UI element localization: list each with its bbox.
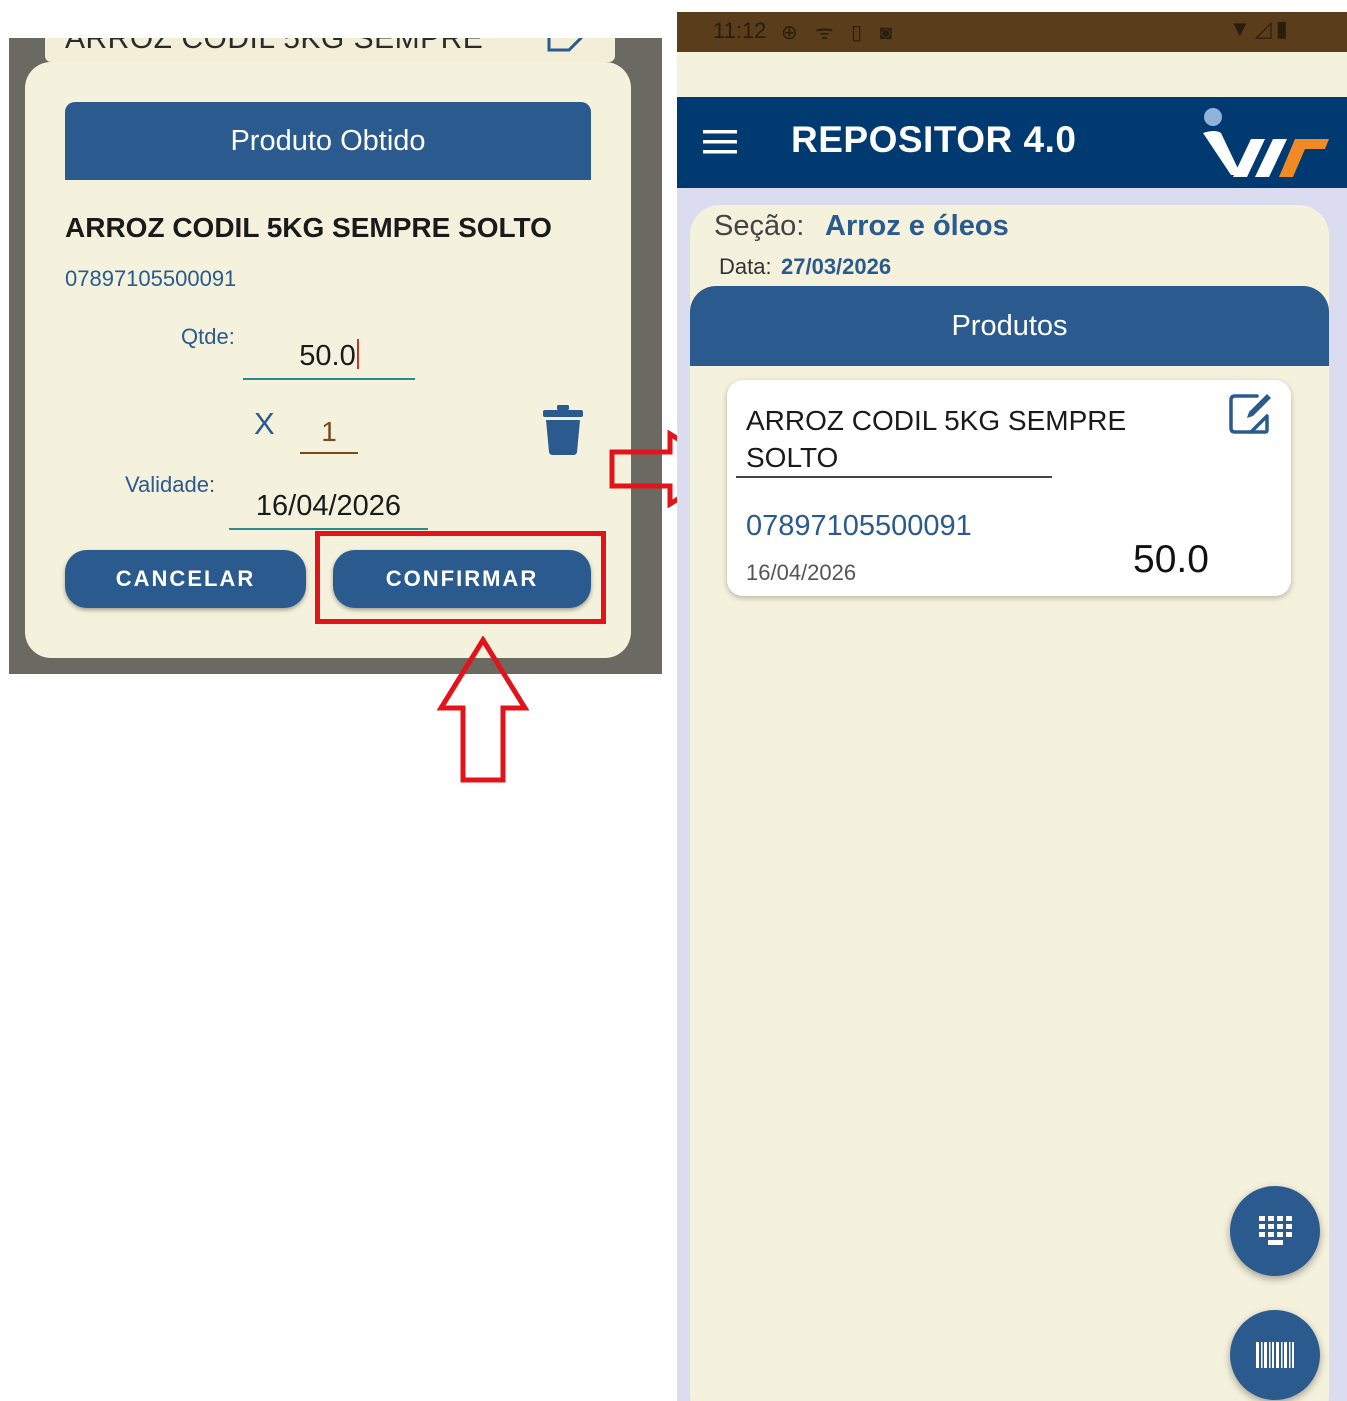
system-status-icons: ▼◿▮ [1229,16,1292,41]
edit-note-icon[interactable] [1227,390,1275,438]
product-name: ARROZ CODIL 5KG SEMPRE SOLTO [65,212,552,243]
section-label: Seção: [714,210,805,242]
text-caret [356,339,359,369]
phone-screen: 11:12 ⊕ ᯤ ▯ ◙ ▼◿▮ REPOSITOR 4.0 Seção: A… [677,12,1347,1401]
quantity-input[interactable]: 50.0 [243,336,415,380]
multiplier-label: X [254,406,275,441]
cancel-button[interactable]: CANCELAR [65,550,306,608]
section-value: Arroz e óleos [825,210,1009,242]
trash-icon[interactable] [541,404,585,456]
product-item-expiry: 16/04/2026 [746,560,857,585]
brand-logo-icon [1203,108,1329,177]
arrow-up-annotation-icon [437,636,529,783]
edit-note-icon [547,38,583,52]
barcode-scan-fab-button[interactable] [1230,1310,1320,1400]
product-item-quantity: 50.0 [1133,538,1209,581]
dialog-title: Produto Obtido [65,102,591,180]
product-barcode: 07897105500091 [65,266,237,291]
background-product-title: ARROZ CODIL 5KG SEMPRE [65,38,484,55]
multiplier-input[interactable]: 1 [300,412,358,454]
app-bar: REPOSITOR 4.0 [677,97,1347,188]
quantity-label: Qtde: [181,324,235,349]
expiry-date-input[interactable]: 16/04/2026 [229,486,428,530]
status-time: 11:12 [713,18,767,43]
product-item-name: ARROZ CODIL 5KG SEMPRE SOLTO [746,405,1127,473]
hamburger-menu-icon[interactable] [703,129,737,155]
top-spacer [677,52,1347,97]
product-item-barcode: 07897105500091 [746,510,972,542]
date-label: Data: [719,254,772,279]
product-list-item[interactable]: ARROZ CODIL 5KG SEMPRE SOLTO 07897105500… [727,380,1291,596]
notification-icons: ⊕ ᯤ ▯ ◙ [781,22,898,44]
quantity-value: 50.0 [299,340,356,372]
keypad-icon [1259,1216,1292,1245]
date-value: 27/03/2026 [781,254,892,279]
confirm-highlight-box [315,531,606,624]
name-divider [736,476,1052,478]
keypad-fab-button[interactable] [1230,1186,1320,1276]
barcode-scan-icon [1256,1342,1294,1368]
status-bar: 11:12 ⊕ ᯤ ▯ ◙ ▼◿▮ [677,12,1347,52]
products-header: Produtos [690,286,1329,366]
expiry-label: Validade: [125,472,216,497]
app-title: REPOSITOR 4.0 [791,119,1077,160]
